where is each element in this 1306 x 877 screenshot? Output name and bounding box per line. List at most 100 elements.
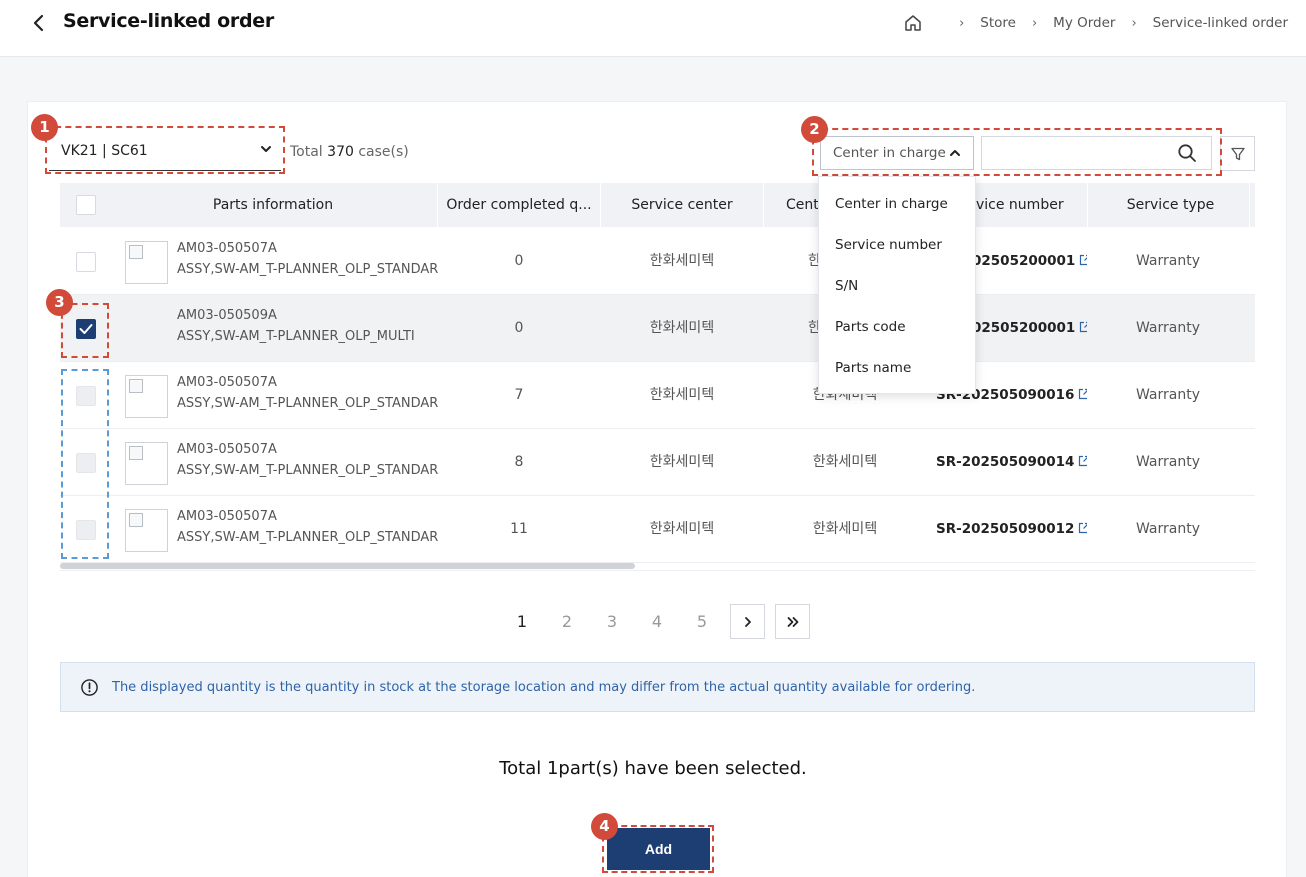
row-checkbox[interactable]: [76, 319, 96, 339]
chevron-up-icon: [950, 150, 960, 156]
parts-name: ASSY,SW-AM_T-PLANNER_OLP_STANDARD: [177, 463, 439, 478]
filter-button[interactable]: [1220, 136, 1255, 171]
search-icon[interactable]: [1177, 143, 1197, 163]
back-button[interactable]: [28, 10, 50, 36]
service-number: 02505200001: [972, 320, 1076, 336]
center-in-charge: 한화세미텍: [812, 454, 878, 470]
dropdown-option-center-in-charge[interactable]: Center in charge: [819, 183, 975, 224]
service-number-link[interactable]: 02505200001.: [972, 295, 1087, 362]
order-qty: 0: [514, 320, 524, 336]
table-header: Parts information Order completed q... S…: [60, 183, 1255, 227]
dropdown-option-parts-code[interactable]: Parts code: [819, 306, 975, 347]
site-select[interactable]: VK21 | SC61: [49, 131, 281, 171]
annotation-badge-4: 4: [591, 813, 618, 840]
breadcrumb-item-current: Service-linked order: [1152, 15, 1288, 31]
column-header-parts-information: Parts information: [212, 197, 334, 213]
service-center: 한화세미텍: [649, 253, 715, 269]
row-checkbox: [76, 386, 96, 406]
table-row[interactable]: AM03-050507A ASSY,SW-AM_T-PLANNER_OLP_ST…: [60, 429, 1255, 496]
column-header-service-type: Service type: [1126, 197, 1215, 213]
service-number-link[interactable]: SR-202505090014.: [936, 429, 1087, 496]
table-row[interactable]: AM03-050507A ASSY,SW-AM_T-PLANNER_OLP_ST…: [60, 362, 1255, 429]
order-qty: 7: [514, 387, 524, 403]
table-row[interactable]: AM03-050507A ASSY,SW-AM_T-PLANNER_OLP_ST…: [60, 228, 1255, 295]
service-number-link[interactable]: SR-202505090012.: [936, 496, 1087, 563]
annotation-badge-2: 2: [801, 116, 828, 143]
column-header-center-in-charge: Cent: [786, 197, 819, 213]
page-5-button[interactable]: 5: [684, 604, 720, 640]
service-center: 한화세미텍: [649, 454, 715, 470]
service-number: SR-202505090012: [936, 521, 1075, 537]
parts-name: ASSY,SW-AM_T-PLANNER_OLP_MULTI: [177, 329, 415, 344]
external-link-icon: [1080, 321, 1087, 333]
breadcrumb-item-my-order[interactable]: My Order: [1053, 15, 1115, 31]
total-suffix: case(s): [353, 144, 409, 160]
chevron-right-icon: [744, 616, 751, 627]
chevron-down-icon: [261, 146, 271, 152]
add-button[interactable]: Add: [607, 828, 710, 870]
select-all-checkbox[interactable]: [76, 195, 96, 215]
service-number: 02505200001: [972, 253, 1076, 269]
parts-name: ASSY,SW-AM_T-PLANNER_OLP_STANDARD: [177, 396, 439, 411]
parts-code: AM03-050509A: [177, 308, 277, 323]
dropdown-option-service-number[interactable]: Service number: [819, 224, 975, 265]
part-image: [125, 241, 168, 284]
search-type-dropdown: Center in charge Service number S/N Part…: [818, 176, 976, 394]
page-title: Service-linked order: [63, 10, 274, 32]
page-2-button[interactable]: 2: [549, 604, 585, 640]
breadcrumb-item-store[interactable]: Store: [980, 15, 1016, 31]
table-row[interactable]: AM03-050509A ASSY,SW-AM_T-PLANNER_OLP_MU…: [60, 295, 1255, 362]
page-1-button[interactable]: 1: [504, 604, 540, 640]
parts-code: AM03-050507A: [177, 442, 277, 457]
parts-name: ASSY,SW-AM_T-PLANNER_OLP_STANDARD: [177, 530, 439, 545]
row-checkbox: [76, 453, 96, 473]
part-image: [125, 509, 168, 552]
breadcrumb-separator: ›: [1031, 15, 1038, 31]
external-link-icon: [1079, 388, 1087, 400]
search-type-value: Center in charge: [833, 145, 946, 161]
service-type: Warranty: [1135, 387, 1201, 403]
service-type: Warranty: [1135, 454, 1201, 470]
service-number: SR-202505090014: [936, 454, 1075, 470]
parts-code: AM03-050507A: [177, 241, 277, 256]
service-number-link[interactable]: 02505200001.: [972, 228, 1087, 295]
service-center: 한화세미텍: [649, 320, 715, 336]
total-prefix: Total: [290, 144, 328, 160]
service-type: Warranty: [1135, 320, 1201, 336]
checkmark-icon: [79, 324, 93, 334]
pagination: 1 2 3 4 5: [500, 604, 820, 640]
parts-code: AM03-050507A: [177, 375, 277, 390]
selection-summary: Total 1part(s) have been selected.: [499, 758, 807, 779]
center-in-charge: 한화세미텍: [812, 521, 878, 537]
breadcrumb-separator: ›: [1131, 15, 1137, 31]
info-icon: [81, 678, 98, 696]
double-chevron-right-icon: [787, 616, 798, 627]
dropdown-option-parts-name[interactable]: Parts name: [819, 347, 975, 388]
home-icon[interactable]: [903, 13, 923, 33]
next-page-button[interactable]: [730, 604, 765, 639]
service-center: 한화세미텍: [649, 387, 715, 403]
service-type: Warranty: [1135, 521, 1201, 537]
dropdown-option-sn[interactable]: S/N: [819, 265, 975, 306]
last-page-button[interactable]: [775, 604, 810, 639]
search-type-select[interactable]: Center in charge: [820, 136, 974, 170]
order-qty: 0: [514, 253, 524, 269]
top-bar: Service-linked order › Store › My Order …: [0, 0, 1306, 57]
column-header-service-number: vice number: [976, 197, 1064, 213]
breadcrumb: › Store › My Order › Service-linked orde…: [903, 13, 1288, 33]
row-checkbox[interactable]: [76, 252, 96, 272]
column-header-service-center: Service center: [631, 197, 733, 213]
service-center: 한화세미텍: [649, 521, 715, 537]
orders-table: Parts information Order completed q... S…: [60, 183, 1255, 571]
external-link-icon: [1079, 455, 1087, 467]
row-checkbox: [76, 520, 96, 540]
table-row[interactable]: AM03-050507A ASSY,SW-AM_T-PLANNER_OLP_ST…: [60, 496, 1255, 563]
annotation-badge-3: 3: [46, 289, 73, 316]
filter-icon: [1230, 147, 1245, 160]
total-count-value: 370: [327, 144, 354, 160]
page-4-button[interactable]: 4: [639, 604, 675, 640]
notice-text: The displayed quantity is the quantity i…: [112, 679, 976, 695]
page-3-button[interactable]: 3: [594, 604, 630, 640]
order-qty: 8: [514, 454, 524, 470]
horizontal-scrollbar[interactable]: [60, 563, 635, 569]
